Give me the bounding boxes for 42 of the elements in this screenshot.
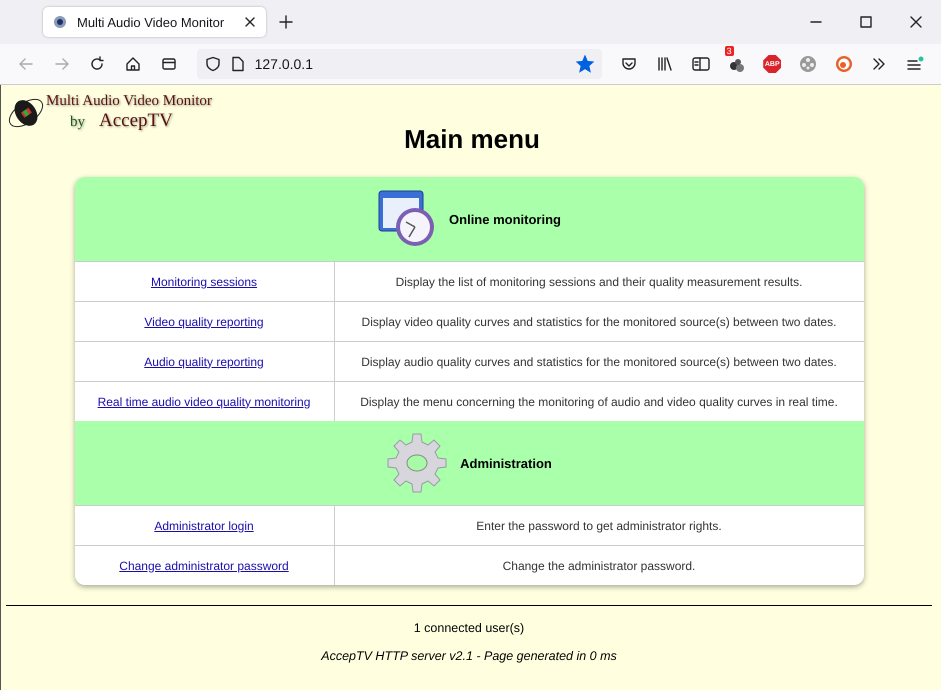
plus-icon[interactable] — [279, 15, 293, 29]
logo-title: Multi Audio Video Monitor — [46, 93, 212, 110]
section-header: Online monitoring — [74, 177, 864, 261]
globe-icon — [53, 15, 67, 29]
menu-description: Display video quality curves and statistics for the monitored source(s) between two dates. — [362, 314, 836, 328]
gear-icon — [386, 432, 448, 494]
chevrons-icon[interactable] — [871, 56, 888, 72]
menu-description: Display the list of monitoring sessions and their quality measurement results. — [396, 274, 802, 288]
page-heading: Main menu — [403, 124, 540, 155]
duck-icon[interactable] — [834, 55, 853, 73]
section-header: Administration — [74, 421, 864, 505]
page-icon — [230, 56, 245, 72]
shield-icon — [204, 56, 221, 72]
connected-users: 1 connected user(s) — [412, 621, 526, 635]
menu-description: Change the administrator password. — [502, 558, 696, 572]
star-icon[interactable] — [576, 55, 594, 73]
menu-link[interactable]: Real time audio video quality monitoring — [98, 394, 310, 408]
notification-badge: 3 — [724, 46, 734, 56]
film-reel-icon[interactable] — [798, 55, 817, 73]
close-icon[interactable] — [244, 16, 256, 28]
home-icon[interactable] — [125, 56, 142, 72]
library-icon[interactable] — [657, 56, 674, 72]
menu-link[interactable]: Monitoring sessions — [150, 274, 258, 288]
maximize-icon[interactable] — [860, 16, 872, 28]
logo-brand: AccepTV — [99, 110, 173, 132]
close-icon[interactable] — [910, 16, 922, 28]
menu-link[interactable]: Change administrator password — [119, 558, 289, 572]
menu-link[interactable]: Video quality reporting — [144, 314, 264, 328]
pocket-icon[interactable] — [621, 56, 638, 72]
menu-description: Display audio quality curves and statistics for the monitored source(s) between two dates. — [361, 354, 837, 368]
menu-icon[interactable] — [906, 56, 924, 72]
menu-description: Display the menu concerning the monitoring of audio and video quality curves in real time. — [360, 394, 838, 408]
server-info: AccepTV HTTP server v2.1 - Page generated in 0 ms — [320, 649, 618, 663]
menu-description: Enter the password to get administrator rights. — [476, 518, 722, 532]
reload-icon[interactable] — [89, 56, 106, 72]
browser-tab[interactable]: Multi Audio Video Monitor — [43, 7, 266, 37]
reader-icon[interactable] — [692, 56, 710, 72]
logo-by: by — [70, 114, 85, 131]
address-bar[interactable]: 127.0.0.1 — [196, 49, 602, 79]
menu-link[interactable]: Administrator login — [154, 518, 254, 532]
menu-link[interactable]: Audio quality reporting — [144, 354, 264, 368]
window-icon[interactable] — [160, 56, 177, 72]
